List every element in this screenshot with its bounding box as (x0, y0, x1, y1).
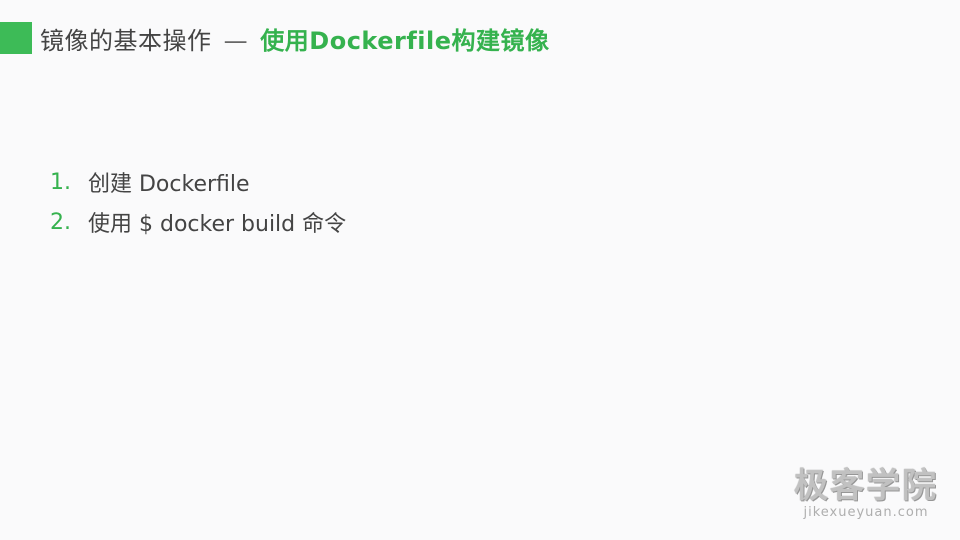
title-accent-block (0, 22, 32, 54)
step-text: 使用 $ docker build 命令 (88, 212, 347, 237)
watermark-brand: 极客学院 (794, 466, 938, 506)
watermark-logo: 极客学院 jikexueyuan.com (794, 458, 938, 520)
step-number: 1. (50, 169, 71, 195)
title-separator: — (223, 26, 249, 55)
slide: 镜像的基本操作 — 使用Dockerfile构建镜像 1. 创建 Dockerf… (0, 0, 960, 540)
title-subtitle: 使用Dockerfile构建镜像 (260, 26, 550, 55)
list-item: 2. 使用 $ docker build 命令 (50, 202, 346, 242)
slide-title: 镜像的基本操作 — 使用Dockerfile构建镜像 (40, 21, 550, 56)
steps-list: 1. 创建 Dockerfile 2. 使用 $ docker build 命令 (50, 162, 346, 242)
step-number: 2. (50, 209, 71, 235)
title-main: 镜像的基本操作 (40, 26, 212, 55)
step-text: 创建 Dockerfile (88, 172, 250, 197)
slide-title-bar: 镜像的基本操作 — 使用Dockerfile构建镜像 (0, 18, 550, 58)
watermark-url: jikexueyuan.com (803, 505, 929, 520)
list-item: 1. 创建 Dockerfile (50, 162, 346, 202)
